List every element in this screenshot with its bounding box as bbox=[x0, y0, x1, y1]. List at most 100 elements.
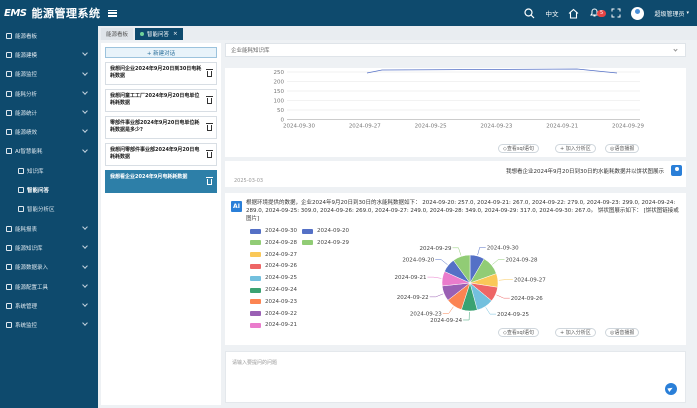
pie-chart: 2024-09-30 2024-09-28 2024-09-27 2024-09-26… bbox=[395, 245, 547, 324]
voice-broadcast-button-2[interactable]: ◎语音播报 bbox=[605, 328, 640, 337]
pie-leader-line bbox=[452, 247, 462, 256]
legend-swatch bbox=[250, 322, 261, 328]
add-analysis-button-2[interactable]: + 加入分析区 bbox=[555, 328, 596, 337]
legend-item[interactable]: 2024-09-25 bbox=[250, 275, 297, 281]
view-sql-button[interactable]: ◇查看sql语句 bbox=[498, 144, 540, 153]
menu-item-icon bbox=[6, 302, 12, 309]
sidebar-item-14[interactable]: 系统管理 bbox=[0, 296, 98, 315]
home-icon[interactable] bbox=[568, 8, 579, 19]
sidebar-item-11[interactable]: 能源知识库 bbox=[0, 238, 98, 257]
legend-swatch bbox=[302, 240, 313, 246]
tab-smart-qa[interactable]: 智能问答 × bbox=[135, 28, 183, 40]
chevron-down-icon bbox=[82, 69, 88, 76]
trash-icon[interactable] bbox=[206, 69, 213, 77]
legend-swatch bbox=[250, 240, 261, 246]
user-menu[interactable]: 超级管理员 ▾ bbox=[654, 9, 689, 18]
sidebar-item-12[interactable]: 能源数据录入 bbox=[0, 258, 98, 277]
x-tick-label: 2024-09-23 bbox=[480, 124, 512, 130]
search-icon[interactable] bbox=[524, 7, 535, 19]
conversation-item[interactable]: 我想问企业2024年9月20日到30日电耗耗数据 bbox=[105, 62, 217, 85]
legend-label: 2024-09-21 bbox=[265, 322, 297, 329]
menu-item-icon bbox=[6, 32, 12, 39]
sidebar-item-1[interactable]: 能源建模 bbox=[0, 45, 98, 64]
sidebar-item-label: 能耗分析 bbox=[15, 91, 38, 98]
menu-toggle-icon[interactable] bbox=[108, 9, 118, 17]
legend-item[interactable]: 2024-09-20 bbox=[302, 228, 349, 234]
legend-item[interactable]: 2024-09-21 bbox=[250, 322, 297, 328]
conversation-title: 我想问童工工厂2024年9月20日电单位耗耗数据 bbox=[110, 93, 200, 106]
legend-swatch bbox=[250, 287, 261, 293]
sidebar-item-8[interactable]: 智能问答 bbox=[0, 180, 98, 199]
sidebar-item-7[interactable]: 知识库 bbox=[0, 161, 98, 180]
view-sql-label: ◇查看sql语句 bbox=[503, 146, 535, 152]
y-tick-label: 150 bbox=[274, 89, 285, 95]
app-title: 能源管理系统 bbox=[31, 7, 101, 20]
sidebar-item-15[interactable]: 系统监控 bbox=[0, 315, 98, 334]
pie-leader-line bbox=[477, 247, 486, 256]
knowledge-base-select[interactable]: 企业能耗知识库 bbox=[225, 43, 686, 57]
user-avatar-icon bbox=[671, 165, 682, 176]
menu-item-icon bbox=[6, 322, 12, 329]
sidebar-item-0[interactable]: 能源看板 bbox=[0, 26, 98, 45]
fullscreen-icon[interactable] bbox=[611, 8, 621, 18]
chevron-down-icon bbox=[673, 47, 678, 52]
voice-broadcast-button[interactable]: ◎语音播报 bbox=[605, 144, 640, 153]
notification-count: 5 bbox=[597, 10, 606, 17]
sidebar-item-label: 能源监控 bbox=[15, 72, 38, 79]
notification-bell[interactable]: 5 bbox=[589, 7, 606, 19]
sidebar-item-2[interactable]: 能源监控 bbox=[0, 65, 98, 84]
sidebar-item-label: 系统监控 bbox=[15, 323, 38, 330]
legend-item[interactable]: 2024-09-26 bbox=[250, 263, 297, 269]
tab-energy-dashboard[interactable]: 能源看板 bbox=[101, 28, 134, 40]
avatar[interactable] bbox=[631, 6, 645, 20]
new-chat-button[interactable]: + 新建对话 bbox=[105, 47, 217, 58]
sidebar-item-5[interactable]: 能源绩效 bbox=[0, 122, 98, 141]
legend-item[interactable]: 2024-09-23 bbox=[250, 299, 297, 305]
sidebar-item-10[interactable]: 能耗报表 bbox=[0, 219, 98, 238]
sidebar-item-label: 智能分析区 bbox=[27, 207, 55, 214]
add-analysis-label: + 加入分析区 bbox=[560, 146, 591, 152]
legend-item[interactable]: 2024-09-30 bbox=[250, 228, 297, 234]
legend-item[interactable]: 2024-09-29 bbox=[302, 240, 349, 246]
sidebar-item-label: 知识库 bbox=[27, 168, 44, 175]
legend-item[interactable]: 2024-09-28 bbox=[250, 240, 297, 246]
close-icon[interactable]: × bbox=[173, 31, 178, 37]
trash-icon[interactable] bbox=[206, 96, 213, 104]
y-tick-label: 250 bbox=[274, 70, 285, 76]
pie-label: 2024-09-27 bbox=[514, 278, 546, 284]
view-sql-button-2[interactable]: ◇查看sql语句 bbox=[498, 328, 540, 337]
trash-icon[interactable] bbox=[206, 177, 213, 185]
conversation-title: 我想问零部件事业部2024年9月20日电耗耗数据 bbox=[110, 147, 200, 160]
sidebar-item-9[interactable]: 智能分析区 bbox=[0, 200, 98, 219]
x-tick-label: 2024-09-29 bbox=[612, 124, 644, 130]
legend-item[interactable]: 2024-09-24 bbox=[250, 287, 297, 293]
legend-item[interactable]: 2024-09-22 bbox=[250, 311, 297, 317]
pie-label: 2024-09-24 bbox=[430, 318, 462, 324]
conversation-item[interactable]: 零部件事业部2024年9月20日电单位耗耗数据是多少? bbox=[105, 116, 217, 139]
conversation-item[interactable]: 我想问零部件事业部2024年9月20日电耗耗数据 bbox=[105, 143, 217, 166]
trash-icon[interactable] bbox=[206, 150, 213, 158]
pie-leader-line bbox=[492, 259, 505, 265]
language-switch[interactable]: 中文 bbox=[545, 8, 558, 18]
sidebar-item-3[interactable]: 能耗分析 bbox=[0, 84, 98, 103]
legend-swatch bbox=[250, 252, 261, 258]
conversation-panel: + 新建对话 我想问企业2024年9月20日到30日电耗耗数据我想问童工工厂20… bbox=[101, 43, 221, 405]
sidebar-item-4[interactable]: 能源统计 bbox=[0, 103, 98, 122]
sidebar-item-label: 能耗报表 bbox=[15, 226, 38, 233]
conversation-item[interactable]: 我想问童工工厂2024年9月20日电单位耗耗数据 bbox=[105, 89, 217, 112]
legend-label: 2024-09-27 bbox=[265, 251, 297, 258]
sidebar-item-label: 智能问答 bbox=[27, 188, 50, 195]
legend-item[interactable]: 2024-09-27 bbox=[250, 252, 297, 258]
question-input[interactable]: 请输入要提问的问题 bbox=[225, 351, 686, 403]
add-analysis-button[interactable]: + 加入分析区 bbox=[555, 144, 596, 153]
sidebar-item-label: 能源建模 bbox=[15, 52, 38, 59]
trash-icon[interactable] bbox=[206, 123, 213, 131]
pie-leader-line bbox=[427, 276, 442, 279]
user-message-text: 我想看企业2024年9月20日到30日的水能耗数据并以饼状图展示 bbox=[506, 169, 664, 175]
sidebar-item-6[interactable]: AI智慧能耗 bbox=[0, 142, 98, 161]
legend-label: 2024-09-29 bbox=[317, 239, 349, 246]
pie-label: 2024-09-28 bbox=[506, 257, 538, 263]
send-button[interactable] bbox=[665, 383, 677, 395]
conversation-item[interactable]: 我想看企业2024年9月电耗耗数据 bbox=[105, 170, 217, 193]
sidebar-item-13[interactable]: 能源配置工具 bbox=[0, 277, 98, 296]
